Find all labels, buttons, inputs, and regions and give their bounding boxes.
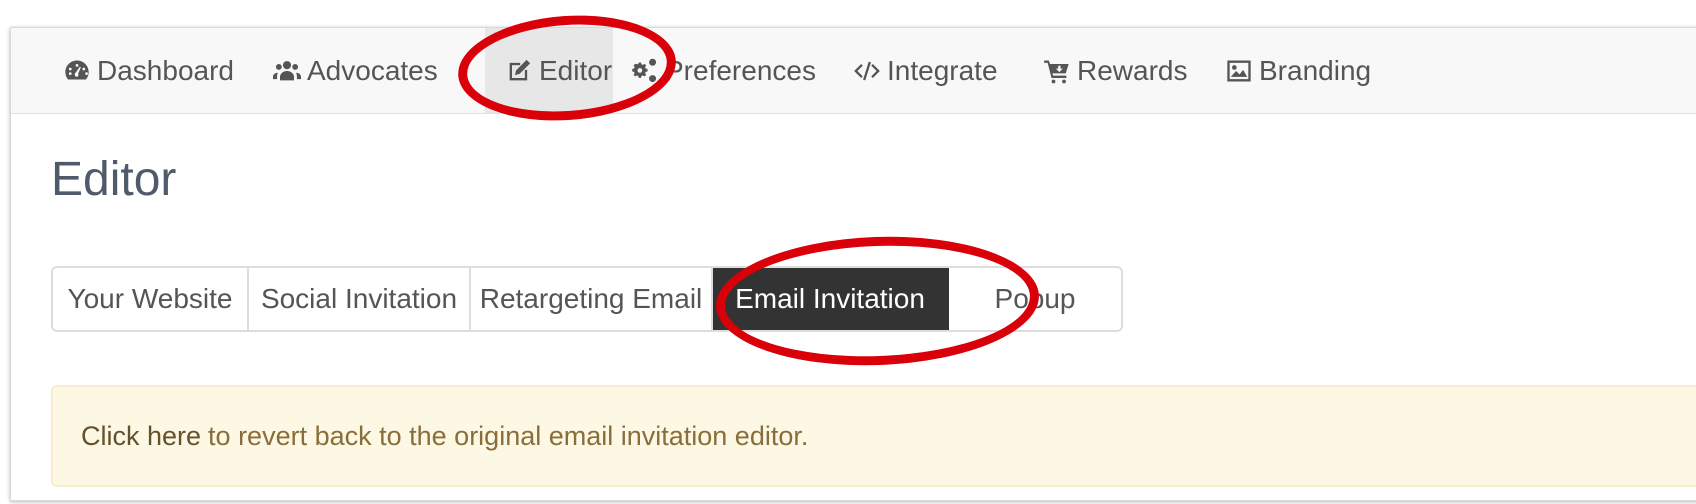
nav-item-integrate[interactable]: Integrate [853,28,998,113]
nav-item-dashboard[interactable]: Dashboard [63,28,234,113]
alert-text: to revert back to the original email inv… [208,420,809,451]
subtab-popup[interactable]: Popup [949,268,1121,330]
nav-item-advocates[interactable]: Advocates [273,28,438,113]
page-title: Editor [51,153,177,206]
nav-label: Editor [539,54,613,86]
gears-icon [631,57,659,85]
code-icon [853,57,881,85]
subtab-social-invitation[interactable]: Social Invitation [249,268,471,330]
editor-subtabs: Your Website Social Invitation Retargeti… [51,266,1123,332]
revert-editor-alert: Click here to revert back to the origina… [51,385,1696,487]
edit-icon [505,57,533,85]
nav-item-rewards[interactable]: Rewards [1043,28,1187,113]
nav-label: Rewards [1077,54,1188,86]
users-icon [273,57,301,85]
top-navigation: Dashboard Advocates Editor Preferences I… [11,28,1696,114]
nav-item-branding[interactable]: Branding [1225,28,1371,113]
nav-label: Advocates [307,54,438,86]
subtab-retargeting-email[interactable]: Retargeting Email [471,268,713,330]
nav-item-preferences[interactable]: Preferences [631,28,816,113]
cart-icon [1043,57,1071,85]
revert-link[interactable]: Click here [81,421,201,452]
nav-label: Branding [1259,54,1372,86]
nav-label: Integrate [887,54,998,86]
nav-item-editor[interactable]: Editor [485,28,613,113]
nav-label: Dashboard [97,54,234,86]
dashboard-icon [63,57,91,85]
image-icon [1225,57,1253,85]
subtab-your-website[interactable]: Your Website [53,268,249,330]
nav-label: Preferences [665,54,816,86]
subtab-email-invitation[interactable]: Email Invitation [713,268,949,330]
app-frame: Dashboard Advocates Editor Preferences I… [10,27,1696,501]
